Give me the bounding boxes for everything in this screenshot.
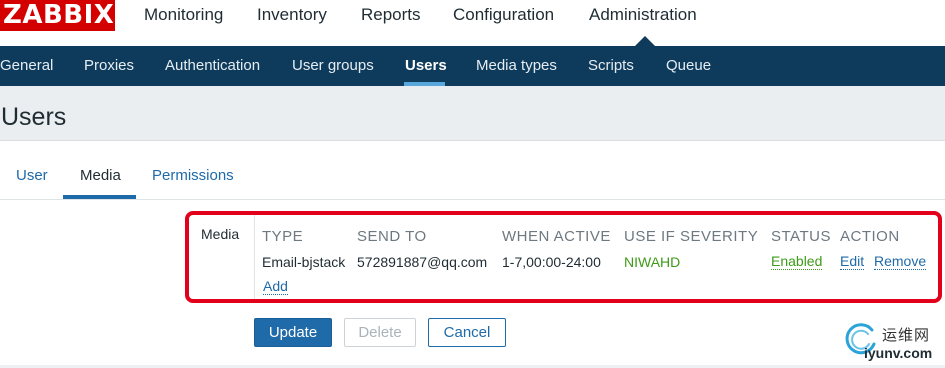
remove-media-link[interactable]: Remove: [874, 254, 927, 270]
menu-item-reports[interactable]: Reports: [361, 5, 421, 25]
column-header-send-to: SEND TO: [357, 228, 427, 245]
edit-media-link[interactable]: Edit: [840, 254, 865, 270]
tab-permissions[interactable]: Permissions: [152, 167, 234, 184]
active-tab-indicator: [63, 195, 136, 199]
menu-item-configuration[interactable]: Configuration: [453, 5, 554, 25]
when-active-cell: 1-7,00:00-24:00: [502, 254, 601, 270]
send-to-cell: 572891887@qq.com: [357, 254, 488, 270]
page-title: Users: [1, 103, 67, 131]
submenu-item-proxies[interactable]: Proxies: [84, 57, 134, 74]
menu-item-administration[interactable]: Administration: [589, 5, 697, 25]
media-table: TYPE SEND TO WHEN ACTIVE USE IF SEVERITY…: [254, 214, 933, 300]
submenu-item-authentication[interactable]: Authentication: [165, 57, 260, 74]
column-header-action: ACTION: [840, 228, 900, 245]
tab-user[interactable]: User: [16, 167, 48, 184]
watermark-url-text: iyunv.com: [864, 345, 933, 361]
update-button[interactable]: Update: [254, 318, 332, 347]
submenu-item-media-types[interactable]: Media types: [476, 57, 557, 74]
column-header-type: TYPE: [262, 228, 304, 245]
submenu-item-users[interactable]: Users: [405, 57, 447, 74]
active-menu-caret-icon: [635, 36, 655, 46]
tab-media[interactable]: Media: [80, 167, 121, 184]
submenu-item-queue[interactable]: Queue: [666, 57, 711, 74]
menu-item-monitoring[interactable]: Monitoring: [144, 5, 223, 25]
add-media-link[interactable]: Add: [263, 279, 288, 295]
status-toggle-link[interactable]: Enabled: [771, 254, 823, 270]
cancel-button[interactable]: Cancel: [428, 318, 506, 347]
column-header-when-active: WHEN ACTIVE: [502, 228, 611, 245]
media-type-cell: Email-bjstack: [262, 254, 346, 270]
delete-button[interactable]: Delete: [344, 318, 416, 347]
menu-item-inventory[interactable]: Inventory: [257, 5, 327, 25]
column-header-status: STATUS: [771, 228, 831, 245]
page-header: Users: [0, 86, 945, 141]
zabbix-logo[interactable]: ZABBIX: [0, 0, 115, 31]
submenu-item-user-groups[interactable]: User groups: [292, 57, 374, 74]
top-navigation: ZABBIX Monitoring Inventory Reports Conf…: [0, 0, 945, 46]
media-field-label: Media: [201, 226, 240, 242]
watermark-cn-text: 运维网: [882, 326, 931, 344]
submenu-item-general[interactable]: General: [0, 57, 53, 74]
form-tabs: User Media Permissions: [0, 152, 945, 200]
severity-cell: NIWAHD: [624, 254, 681, 270]
submenu-item-scripts[interactable]: Scripts: [588, 57, 634, 74]
column-header-use-if-severity: USE IF SEVERITY: [624, 228, 759, 245]
watermark: 运维网 iyunv.com: [842, 318, 945, 368]
sub-navigation: General Proxies Authentication User grou…: [0, 46, 945, 86]
